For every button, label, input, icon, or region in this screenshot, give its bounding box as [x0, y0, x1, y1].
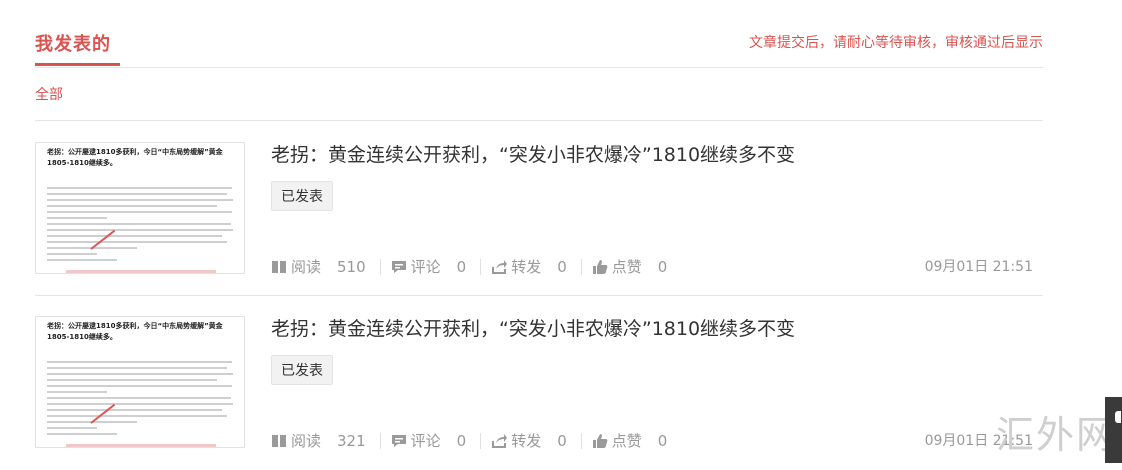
- share-stat[interactable]: 转发 0: [491, 256, 567, 277]
- review-notice: 文章提交后，请耐心等待审核，审核通过后显示: [749, 35, 1043, 51]
- like-stat[interactable]: 点赞 0: [592, 430, 668, 451]
- comment-stat[interactable]: 评论 0: [391, 430, 467, 451]
- comment-icon: [391, 259, 407, 275]
- share-icon: [491, 433, 508, 449]
- comment-count: 0: [456, 257, 467, 276]
- share-icon: [491, 259, 508, 275]
- watermark: 汇外网: [996, 413, 1117, 457]
- comment-count: 0: [456, 431, 467, 450]
- share-stat[interactable]: 转发 0: [491, 430, 567, 451]
- article-item: 老拐：公开屡逮1810多获利，今日“中东局势缓解”黄金1805-1810继续多。…: [35, 122, 1043, 296]
- comment-stat[interactable]: 评论 0: [391, 256, 467, 277]
- tab-my-posts[interactable]: 我发表的: [35, 30, 111, 56]
- article-item: 老拐：公开屡逮1810多获利，今日“中东局势缓解”黄金1805-1810继续多。…: [35, 296, 1043, 470]
- thumbs-up-icon: [592, 433, 608, 449]
- article-stats: 阅读 510 评论 0 转发 0 点赞 0: [271, 256, 667, 277]
- like-count: 0: [657, 431, 668, 450]
- divider: [35, 120, 1043, 121]
- filter-all[interactable]: 全部: [35, 84, 63, 104]
- like-count: 0: [657, 257, 668, 276]
- article-title[interactable]: 老拐：黄金连续公开获利，“突发小非农爆冷”1810继续多不变: [271, 140, 795, 167]
- floating-side-tab[interactable]: [1105, 397, 1122, 463]
- comment-icon: [391, 433, 407, 449]
- share-count: 0: [557, 431, 567, 450]
- thumbnail-title: 老拐：公开屡逮1810多获利，今日“中东局势缓解”黄金1805-1810继续多。: [47, 322, 223, 341]
- read-count: 321: [337, 431, 366, 450]
- page-header: 我发表的 文章提交后，请耐心等待审核，审核通过后显示: [35, 0, 1043, 68]
- thumbnail-title: 老拐：公开屡逮1810多获利，今日“中东局势缓解”黄金1805-1810继续多。: [47, 148, 223, 167]
- book-icon: [271, 433, 287, 449]
- thumbs-up-icon: [592, 259, 608, 275]
- article-thumbnail[interactable]: 老拐：公开屡逮1810多获利，今日“中东局势缓解”黄金1805-1810继续多。: [35, 316, 245, 448]
- share-count: 0: [557, 257, 567, 276]
- article-stats: 阅读 321 评论 0 转发 0 点赞 0: [271, 430, 667, 451]
- like-stat[interactable]: 点赞 0: [592, 256, 668, 277]
- active-tab-indicator: [35, 63, 120, 66]
- publish-date: 09月01日 21:51: [924, 259, 1033, 275]
- status-badge: 已发表: [271, 181, 333, 211]
- status-badge: 已发表: [271, 355, 333, 385]
- book-icon: [271, 259, 287, 275]
- read-stat: 阅读 321: [271, 430, 366, 451]
- read-count: 510: [337, 257, 366, 276]
- read-stat: 阅读 510: [271, 256, 366, 277]
- article-title[interactable]: 老拐：黄金连续公开获利，“突发小非农爆冷”1810继续多不变: [271, 314, 795, 341]
- article-thumbnail[interactable]: 老拐：公开屡逮1810多获利，今日“中东局势缓解”黄金1805-1810继续多。: [35, 142, 245, 274]
